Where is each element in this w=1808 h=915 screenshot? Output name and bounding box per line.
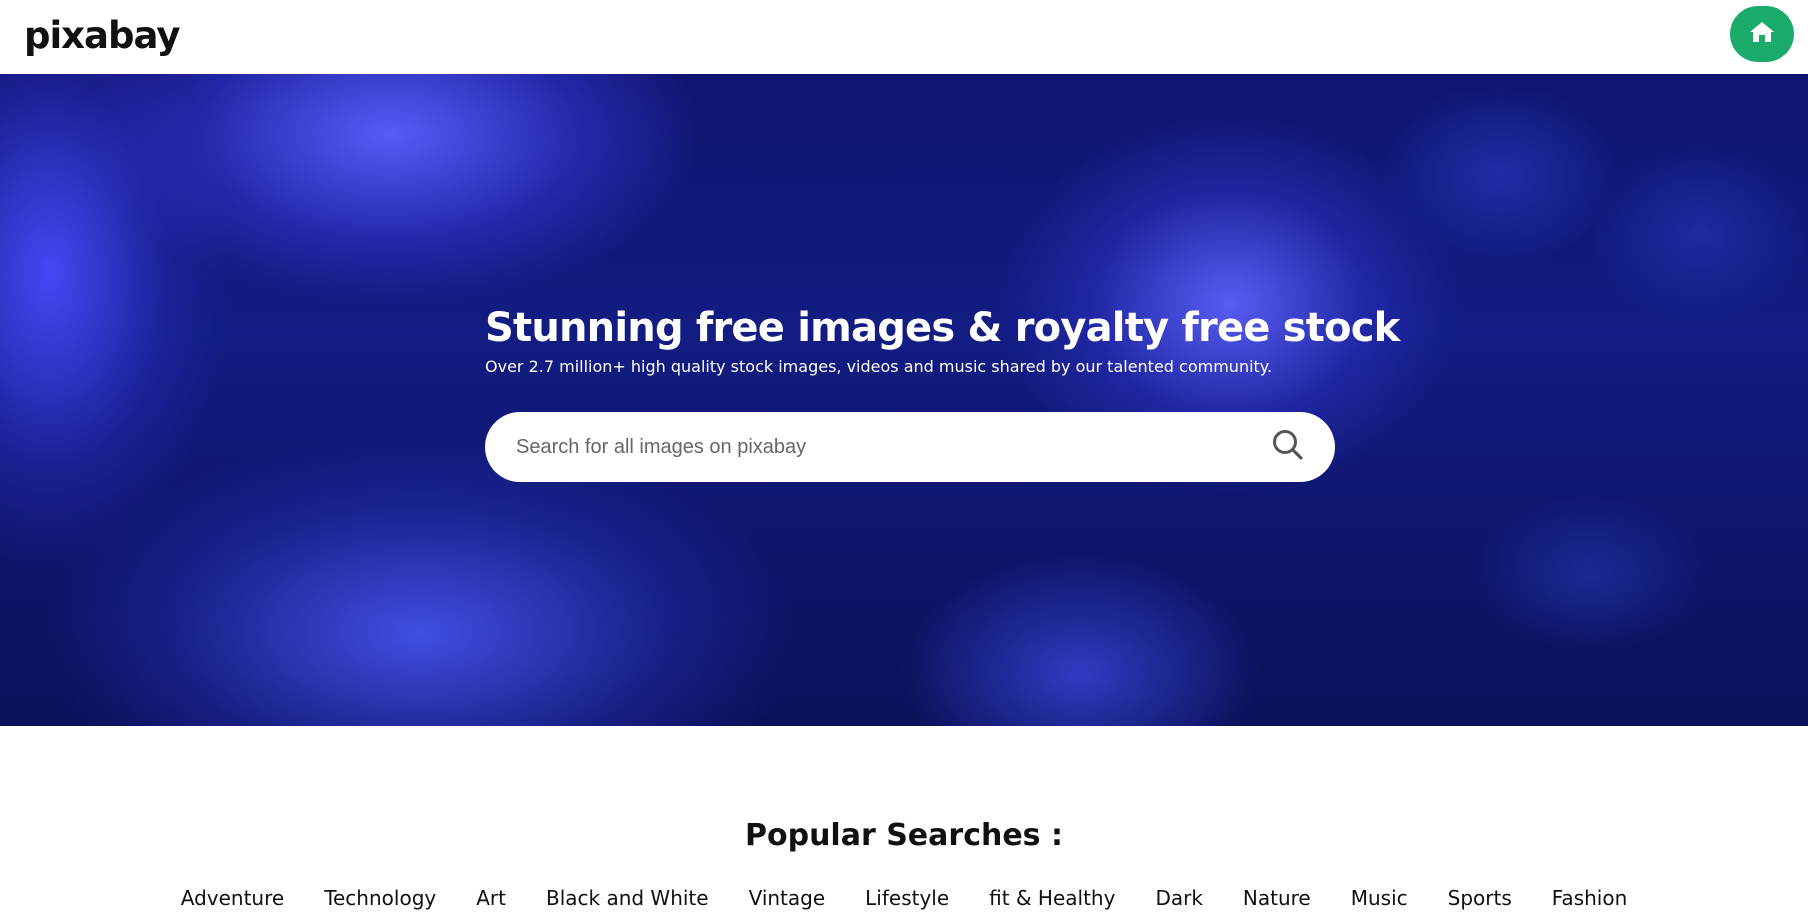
tag-nature[interactable]: Nature bbox=[1223, 884, 1331, 912]
hero-banner: Stunning free images & royalty free stoc… bbox=[0, 74, 1808, 726]
tag-black-and-white[interactable]: Black and White bbox=[526, 884, 729, 912]
search-bar bbox=[485, 412, 1335, 482]
popular-searches-title: Popular Searches : bbox=[745, 818, 1063, 853]
hero-title: Stunning free images & royalty free stoc… bbox=[485, 305, 1400, 351]
site-logo[interactable]: pixabay bbox=[24, 12, 180, 60]
tag-vintage[interactable]: Vintage bbox=[729, 884, 846, 912]
tag-fit-and-healthy[interactable]: fit & Healthy bbox=[969, 884, 1135, 912]
search-button[interactable] bbox=[1253, 412, 1323, 482]
tag-sports[interactable]: Sports bbox=[1428, 884, 1532, 912]
popular-tags-list: Adventure Technology Art Black and White… bbox=[0, 884, 1808, 912]
tag-lifestyle[interactable]: Lifestyle bbox=[845, 884, 969, 912]
tag-dark[interactable]: Dark bbox=[1135, 884, 1222, 912]
search-input[interactable] bbox=[485, 412, 1253, 482]
top-header: pixabay bbox=[0, 0, 1808, 74]
home-icon bbox=[1749, 20, 1775, 48]
tag-fashion[interactable]: Fashion bbox=[1532, 884, 1648, 912]
tag-adventure[interactable]: Adventure bbox=[161, 884, 304, 912]
tag-art[interactable]: Art bbox=[456, 884, 526, 912]
hero-subtitle: Over 2.7 million+ high quality stock ima… bbox=[485, 357, 1273, 376]
tag-technology[interactable]: Technology bbox=[304, 884, 456, 912]
search-icon bbox=[1271, 428, 1305, 466]
tag-music[interactable]: Music bbox=[1331, 884, 1428, 912]
popular-searches-section: Popular Searches : Adventure Technology … bbox=[0, 726, 1808, 915]
home-button[interactable] bbox=[1730, 6, 1794, 62]
hero-content: Stunning free images & royalty free stoc… bbox=[485, 302, 1400, 482]
